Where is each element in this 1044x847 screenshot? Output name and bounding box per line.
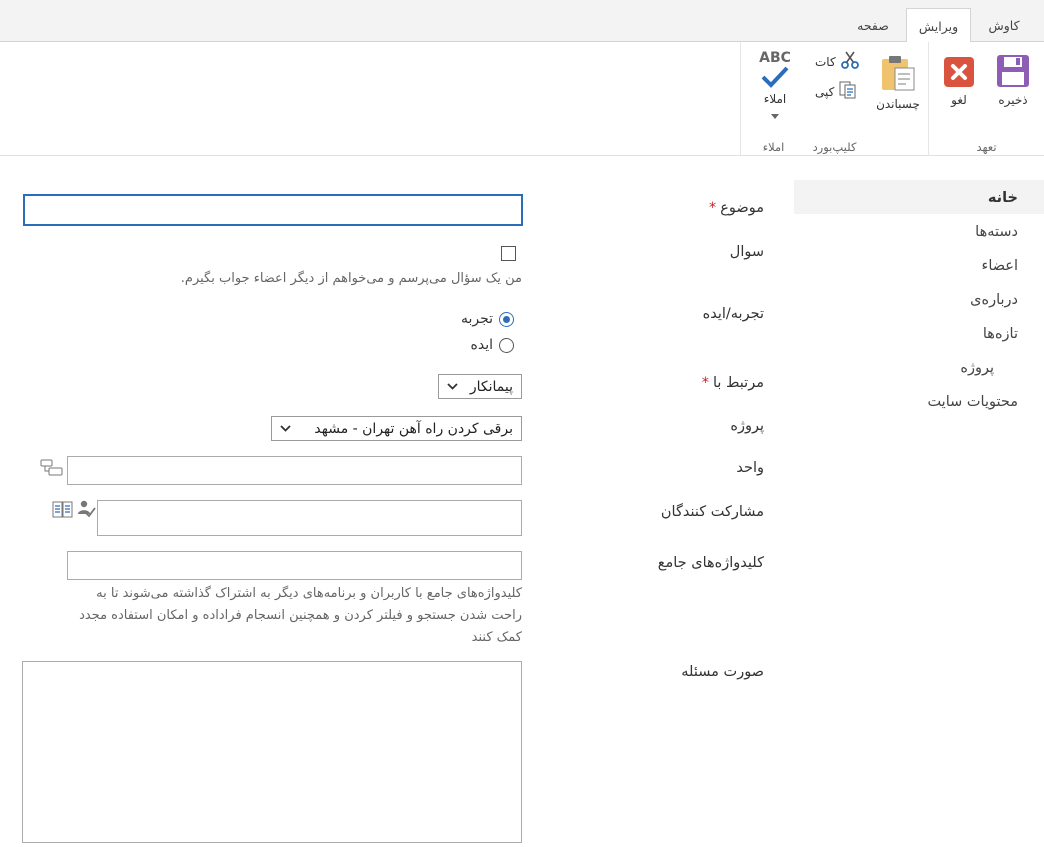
project-select[interactable]: برقی کردن راه آهن تهران - مشهد bbox=[271, 416, 522, 441]
group-label-spelling: املاء bbox=[762, 140, 785, 154]
cancel-button[interactable]: لغو bbox=[939, 56, 979, 107]
spell-check-icon: ABC bbox=[755, 50, 795, 90]
unit-input[interactable] bbox=[67, 456, 522, 485]
tab-browse[interactable]: کاوش bbox=[974, 8, 1034, 42]
keywords-label: کلیدواژه‌های جامع bbox=[657, 555, 764, 571]
save-icon bbox=[996, 55, 1030, 91]
quick-launch-nav: خانه دسته‌ها اعضاء درباره‌ی تازه‌ها پروژ… bbox=[794, 180, 1044, 418]
chevron-down-icon bbox=[755, 108, 795, 122]
scissors-icon bbox=[840, 50, 860, 73]
copy-button[interactable]: کپی bbox=[815, 80, 858, 103]
keywords-hint-line3: کمک کنند bbox=[471, 630, 522, 645]
question-checkbox[interactable] bbox=[501, 246, 516, 261]
cut-label: کات bbox=[815, 54, 836, 69]
nav-item-news[interactable]: تازه‌ها bbox=[794, 316, 1044, 350]
paste-icon bbox=[880, 56, 916, 95]
project-label: پروژه bbox=[730, 418, 764, 434]
subject-label-text: موضوع bbox=[720, 200, 764, 216]
paste-label: چسباندن bbox=[876, 97, 920, 111]
ribbon-tabbar: کاوش ویرایش صفحه bbox=[0, 0, 1044, 43]
browse-terms-icon[interactable] bbox=[40, 458, 64, 482]
required-mark: * bbox=[701, 375, 709, 391]
nav-item-project[interactable]: پروژه bbox=[794, 350, 1044, 384]
group-label-commit: تعهد bbox=[976, 140, 997, 154]
nav-item-categories[interactable]: دسته‌ها bbox=[794, 214, 1044, 248]
nav-item-members[interactable]: اعضاء bbox=[794, 248, 1044, 282]
experience-label: تجربه/ایده bbox=[702, 306, 764, 322]
problem-textarea[interactable] bbox=[22, 661, 522, 843]
related-select[interactable]: پیمانکار bbox=[438, 374, 522, 399]
radio-idea[interactable] bbox=[499, 337, 514, 353]
problem-label: صورت مسئله bbox=[681, 664, 764, 680]
related-label: مرتبط با* bbox=[702, 375, 764, 391]
chevron-down-icon bbox=[280, 425, 291, 432]
cancel-label: لغو bbox=[951, 93, 967, 107]
address-book-icon[interactable] bbox=[52, 501, 74, 523]
spelling-label: املاء bbox=[763, 92, 787, 106]
radio-experience[interactable] bbox=[499, 311, 514, 327]
option-idea[interactable]: ایده bbox=[471, 337, 514, 353]
question-hint: من یک سؤال می‌پرسم و می‌خواهم از دیگر اع… bbox=[180, 271, 522, 286]
unit-label: واحد bbox=[736, 460, 764, 476]
ribbon-group-spelling: ABC املاء املاء bbox=[740, 42, 806, 156]
save-button[interactable]: ذخیره bbox=[991, 54, 1035, 107]
subject-label: موضوع* bbox=[709, 200, 764, 216]
copy-icon bbox=[838, 80, 858, 103]
ribbon-group-commit: ذخیره لغو تعهد bbox=[928, 42, 1044, 156]
copy-label: کپی bbox=[815, 84, 835, 99]
tab-edit[interactable]: ویرایش bbox=[906, 8, 971, 43]
required-mark: * bbox=[709, 200, 717, 216]
chevron-down-icon bbox=[447, 383, 458, 390]
paste-button[interactable]: چسباندن bbox=[871, 54, 925, 111]
cut-button[interactable]: کات bbox=[815, 50, 860, 73]
keywords-input[interactable] bbox=[67, 551, 522, 580]
option-idea-label: ایده bbox=[470, 337, 493, 353]
nav-item-home[interactable]: خانه bbox=[794, 180, 1044, 214]
save-label: ذخیره bbox=[998, 93, 1028, 107]
spell-check-icon-text: ABC bbox=[759, 50, 791, 66]
option-experience[interactable]: تجربه bbox=[461, 311, 514, 327]
question-label: سوال bbox=[729, 244, 764, 260]
subject-input[interactable] bbox=[23, 194, 523, 226]
close-icon bbox=[943, 57, 975, 91]
keywords-hint-line2: راحت شدن جستجو و فیلتر کردن و همچنین انس… bbox=[79, 608, 522, 623]
tab-page[interactable]: صفحه bbox=[842, 8, 904, 42]
participants-input[interactable] bbox=[97, 500, 522, 536]
option-experience-label: تجربه bbox=[460, 311, 493, 327]
nav-item-site-contents[interactable]: محتویات سایت bbox=[794, 384, 1044, 418]
participants-label: مشارکت کنندگان bbox=[660, 504, 764, 520]
spelling-button[interactable]: ABC املاء bbox=[755, 50, 795, 122]
related-select-value: پیمانکار bbox=[469, 378, 513, 395]
ribbon: ذخیره لغو تعهد چسباندن bbox=[0, 42, 1044, 156]
check-names-icon[interactable] bbox=[77, 499, 97, 523]
project-select-value: برقی کردن راه آهن تهران - مشهد bbox=[314, 420, 513, 437]
nav-item-about[interactable]: درباره‌ی bbox=[794, 282, 1044, 316]
keywords-hint-line1: کلیدواژه‌های جامع با کاربران و برنامه‌ها… bbox=[96, 586, 522, 601]
related-label-text: مرتبط با bbox=[712, 375, 764, 391]
